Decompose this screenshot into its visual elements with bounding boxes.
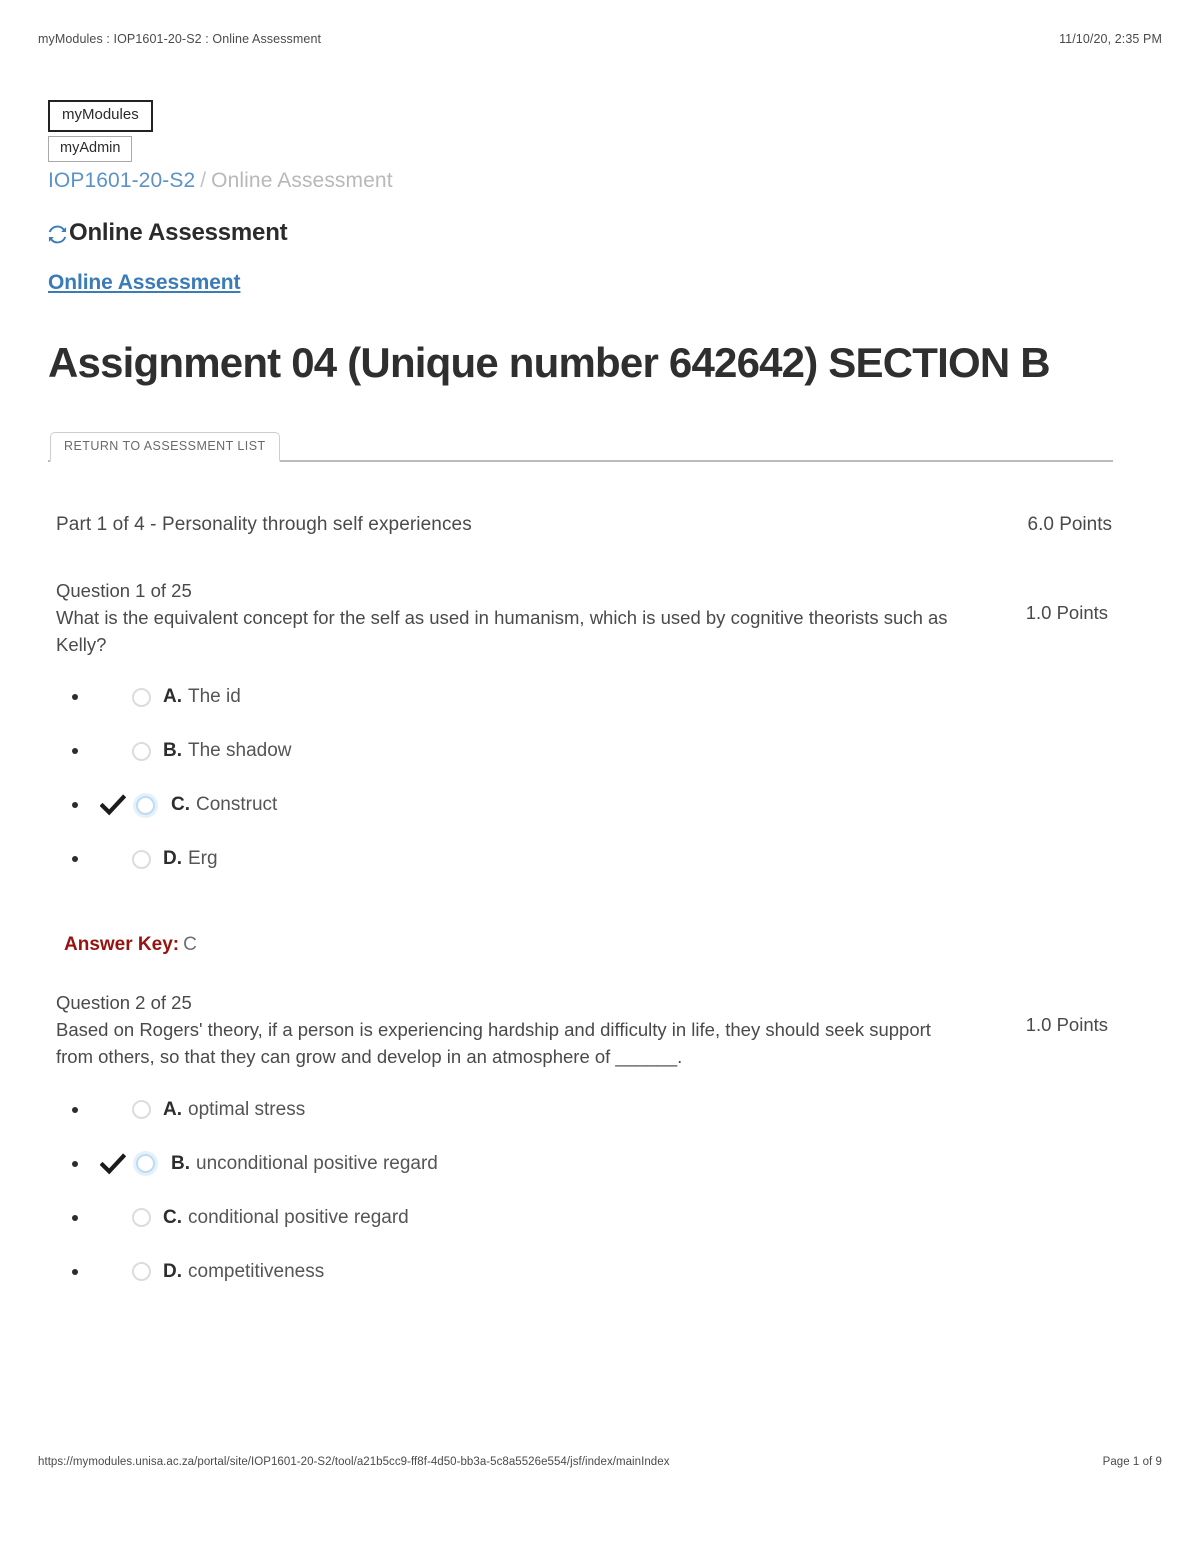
question-points: 1.0 Points xyxy=(1025,1014,1108,1036)
radio-button-selected[interactable] xyxy=(136,795,155,815)
radio-button-selected[interactable] xyxy=(136,1154,155,1174)
bullet-icon xyxy=(72,856,78,863)
answer-option[interactable]: B. The shadow xyxy=(56,738,1112,764)
option-text: unconditional positive regard xyxy=(196,1152,438,1174)
refresh-icon[interactable] xyxy=(48,223,67,244)
option-letter: D. xyxy=(163,848,182,870)
option-letter: B. xyxy=(171,1152,190,1174)
print-header-timestamp: 11/10/20, 2:35 PM xyxy=(1059,32,1162,46)
answer-option[interactable]: C. conditional positive regard xyxy=(56,1205,1112,1231)
breadcrumb-separator: / xyxy=(200,169,207,193)
bullet-icon xyxy=(72,1268,78,1275)
option-text: optimal stress xyxy=(188,1098,306,1120)
question-header: Question 2 of 25 Based on Rogers' theory… xyxy=(56,990,1112,1070)
checkmark-icon xyxy=(99,1153,127,1175)
footer-url: https://mymodules.unisa.ac.za/portal/sit… xyxy=(38,1456,670,1468)
option-letter: C. xyxy=(163,1206,182,1228)
option-text: Construct xyxy=(196,794,278,816)
answer-option-selected[interactable]: C. Construct xyxy=(56,792,1112,818)
answer-option[interactable]: A. The id xyxy=(56,684,1112,710)
question-text-wrap: Question 1 of 25 What is the equivalent … xyxy=(56,578,956,658)
print-header-title: myModules : IOP1601-20-S2 : Online Asses… xyxy=(38,32,322,46)
answer-option[interactable]: A. optimal stress xyxy=(56,1097,1112,1123)
answer-key: Answer Key: C xyxy=(56,934,1112,956)
option-letter: B. xyxy=(163,740,182,762)
option-letter: A. xyxy=(163,1098,182,1120)
part-points: 6.0 Points xyxy=(1027,513,1113,535)
question-block: Question 2 of 25 Based on Rogers' theory… xyxy=(48,990,1118,1284)
print-footer: https://mymodules.unisa.ac.za/portal/sit… xyxy=(38,1456,1162,1468)
option-text: competitiveness xyxy=(188,1260,325,1282)
nav-my-modules-button[interactable]: myModules xyxy=(48,100,153,132)
bullet-icon xyxy=(72,802,78,809)
question-block: Question 1 of 25 What is the equivalent … xyxy=(48,578,1118,956)
option-letter: C. xyxy=(171,794,190,816)
bullet-icon xyxy=(72,694,78,701)
tab-bar: RETURN TO ASSESSMENT LIST xyxy=(48,428,1113,462)
radio-button[interactable] xyxy=(132,1208,151,1228)
nav-my-admin-button[interactable]: myAdmin xyxy=(48,135,133,163)
answer-key-value: C xyxy=(183,934,197,956)
top-nav-secondary: myAdmin xyxy=(48,135,1118,163)
bullet-icon xyxy=(72,1106,78,1113)
breadcrumb-current: Online Assessment xyxy=(211,169,393,193)
answer-options-list: A. The id B. The shadow C. Construct D. … xyxy=(56,684,1112,872)
question-text-wrap: Question 2 of 25 Based on Rogers' theory… xyxy=(56,990,956,1070)
print-header: myModules : IOP1601-20-S2 : Online Asses… xyxy=(38,32,1162,46)
page-title: Assignment 04 (Unique number 642642) SEC… xyxy=(48,338,1051,386)
tool-heading-label: Online Assessment xyxy=(69,218,288,246)
question-header: Question 1 of 25 What is the equivalent … xyxy=(56,578,1112,658)
option-text: conditional positive regard xyxy=(188,1206,409,1228)
breadcrumb: IOP1601-20-S2/Online Assessment xyxy=(48,168,1118,194)
answer-options-list: A. optimal stress B. unconditional posit… xyxy=(56,1097,1112,1285)
checkmark-icon xyxy=(99,794,127,816)
question-points: 1.0 Points xyxy=(1025,601,1108,623)
question-number: Question 2 of 25 xyxy=(56,992,192,1014)
radio-button[interactable] xyxy=(132,1262,151,1282)
answer-option[interactable]: D. Erg xyxy=(56,846,1112,872)
footer-page-number: Page 1 of 9 xyxy=(1102,1456,1162,1468)
option-letter: A. xyxy=(163,686,182,708)
part-title: Part 1 of 4 - Personality through self e… xyxy=(56,513,472,535)
option-letter: D. xyxy=(163,1260,182,1282)
option-text: Erg xyxy=(188,848,218,870)
bullet-icon xyxy=(72,1160,78,1167)
radio-button[interactable] xyxy=(132,687,151,707)
question-text: Based on Rogers' theory, if a person is … xyxy=(56,1019,931,1067)
top-nav: myModules xyxy=(48,100,1118,136)
tool-heading: Online Assessment xyxy=(48,219,1118,247)
bullet-icon xyxy=(72,1214,78,1221)
answer-option[interactable]: D. competitiveness xyxy=(56,1259,1112,1285)
answer-key-label: Answer Key: xyxy=(64,934,180,956)
option-text: The id xyxy=(188,686,241,708)
question-text: What is the equivalent concept for the s… xyxy=(56,606,948,655)
return-to-assessment-list-button[interactable]: RETURN TO ASSESSMENT LIST xyxy=(50,432,280,462)
page-content: myModules myAdmin IOP1601-20-S2/Online A… xyxy=(48,100,1118,1285)
part-header: Part 1 of 4 - Personality through self e… xyxy=(48,514,1118,536)
radio-button[interactable] xyxy=(132,849,151,869)
breadcrumb-site-link[interactable]: IOP1601-20-S2 xyxy=(48,169,195,192)
bullet-icon xyxy=(72,748,78,755)
answer-option-selected[interactable]: B. unconditional positive regard xyxy=(56,1151,1112,1177)
question-number: Question 1 of 25 xyxy=(56,579,192,601)
option-text: The shadow xyxy=(188,740,292,762)
online-assessment-link[interactable]: Online Assessment xyxy=(48,271,241,295)
radio-button[interactable] xyxy=(132,1100,151,1120)
radio-button[interactable] xyxy=(132,741,151,761)
